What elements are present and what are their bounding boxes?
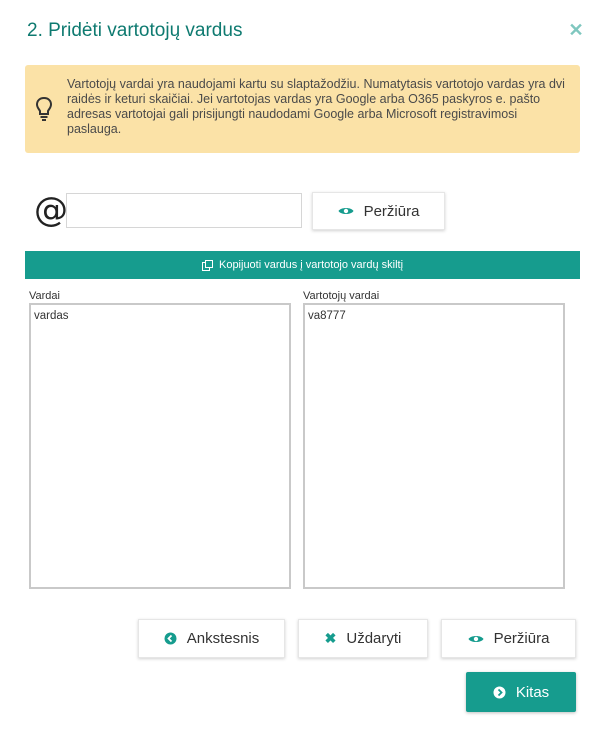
domain-input[interactable] bbox=[66, 193, 302, 228]
preview-label: Peržiūra bbox=[363, 202, 420, 220]
close-label: Uždaryti bbox=[346, 630, 402, 647]
preview-label: Peržiūra bbox=[493, 630, 550, 647]
close-x-icon: ✖ bbox=[324, 630, 337, 646]
dialog-title: 2. Pridėti vartotojų vardus bbox=[27, 20, 243, 41]
at-symbol: @ bbox=[34, 190, 68, 230]
next-label: Kitas bbox=[515, 683, 550, 701]
copy-names-button[interactable]: Kopijuoti vardus į vartotojo vardų skilt… bbox=[25, 251, 580, 279]
next-button[interactable]: Kitas bbox=[466, 672, 576, 712]
close-icon[interactable]: ✕ bbox=[567, 20, 585, 40]
preview-button-top[interactable]: Peržiūra bbox=[312, 192, 445, 230]
eye-icon bbox=[468, 634, 484, 644]
names-label: Vardai bbox=[29, 290, 60, 302]
info-box: Vartotojų vardai yra naudojami kartu su … bbox=[25, 65, 580, 153]
close-button[interactable]: ✖ Uždaryti bbox=[298, 619, 428, 658]
arrow-left-circle-icon bbox=[164, 632, 177, 645]
copy-label: Kopijuoti vardus į vartotojo vardų skilt… bbox=[218, 259, 404, 271]
previous-label: Ankstesnis bbox=[186, 630, 260, 647]
previous-button[interactable]: Ankstesnis bbox=[138, 619, 285, 658]
eye-icon bbox=[338, 206, 354, 216]
preview-button[interactable]: Peržiūra bbox=[441, 619, 576, 658]
lightbulb-icon bbox=[35, 96, 53, 122]
info-text: Vartotojų vardai yra naudojami kartu su … bbox=[67, 77, 565, 136]
arrow-right-circle-icon bbox=[493, 686, 506, 699]
usernames-label: Vartotojų vardai bbox=[303, 290, 380, 302]
copy-icon bbox=[201, 259, 213, 271]
add-usernames-dialog: 2. Pridėti vartotojų vardus ✕ Vartotojų … bbox=[0, 0, 590, 739]
usernames-textarea[interactable]: va8777 bbox=[303, 303, 565, 589]
names-textarea[interactable]: vardas bbox=[29, 303, 291, 589]
